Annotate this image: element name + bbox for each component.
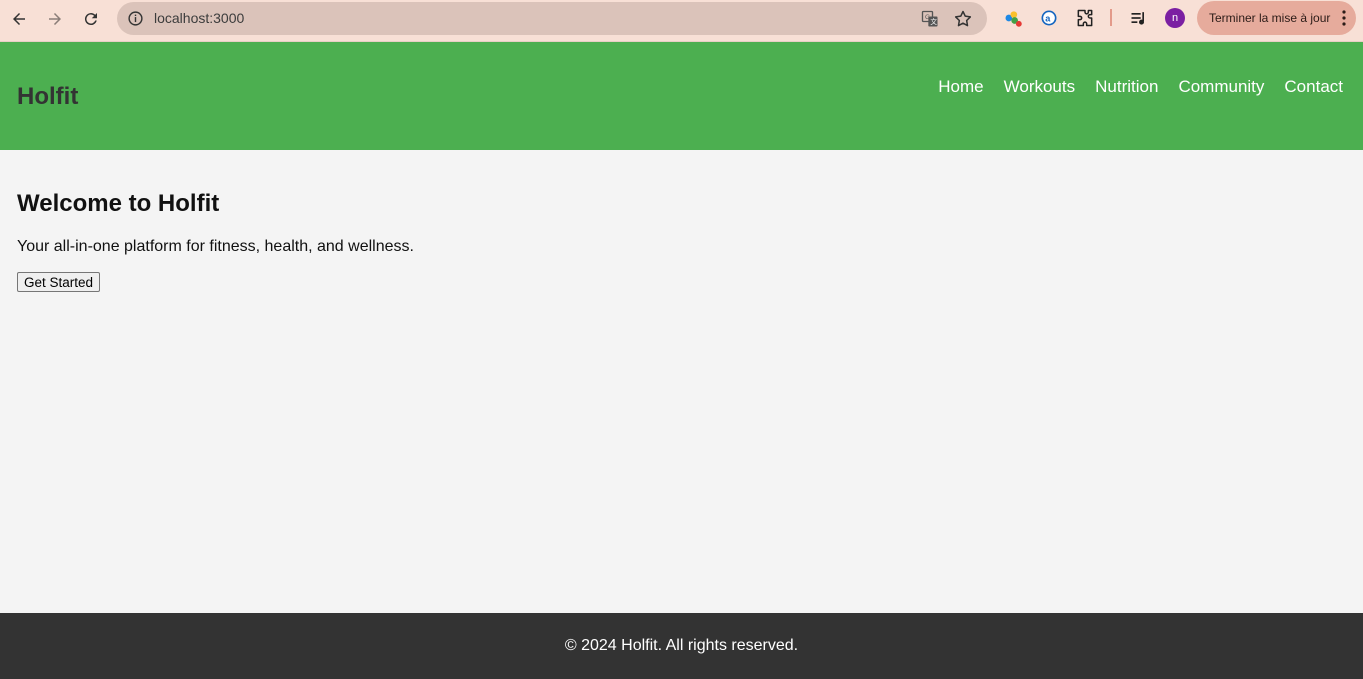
site-info-icon[interactable] xyxy=(127,10,144,27)
toolbar-divider xyxy=(1110,9,1112,26)
footer-copyright: © 2024 Holfit. All rights reserved. xyxy=(564,637,799,654)
back-button[interactable] xyxy=(7,7,31,31)
site-footer: © 2024 Holfit. All rights reserved. xyxy=(0,613,1363,679)
extensions-button[interactable] xyxy=(1074,7,1096,29)
nav-workouts[interactable]: Workouts xyxy=(1004,77,1076,97)
extension-a-icon: a xyxy=(1041,10,1057,26)
nav-contact[interactable]: Contact xyxy=(1284,77,1343,97)
get-started-button[interactable]: Get Started xyxy=(17,272,101,292)
reload-icon xyxy=(84,13,97,26)
forward-icon xyxy=(49,13,61,25)
extension-a-button[interactable]: a xyxy=(1038,7,1060,29)
forward-button[interactable] xyxy=(43,7,67,31)
media-control-button[interactable] xyxy=(1128,7,1150,29)
extension-colorful-icon xyxy=(1005,11,1022,27)
back-icon xyxy=(13,13,25,25)
nav-community[interactable]: Community xyxy=(1178,77,1264,97)
hero-title: Welcome to Holfit xyxy=(17,190,220,217)
hero-section: Welcome to Holfit Your all-in-one platfo… xyxy=(17,190,414,292)
url-text[interactable]: localhost:3000 xyxy=(154,10,244,26)
extensions-puzzle-icon xyxy=(1077,9,1093,27)
nav-nutrition[interactable]: Nutrition xyxy=(1095,77,1158,97)
update-button[interactable]: Terminer la mise à jour xyxy=(1197,1,1356,35)
bookmark-star-icon[interactable] xyxy=(953,9,973,29)
svg-text:a: a xyxy=(1045,13,1051,23)
reload-button[interactable] xyxy=(79,7,103,31)
site-logo: Holfit xyxy=(17,83,79,110)
more-vert-icon xyxy=(1342,10,1346,26)
address-bar[interactable]: localhost:3000 G文 xyxy=(117,2,987,35)
update-button-label: Terminer la mise à jour xyxy=(1209,11,1331,25)
extension-colorful-button[interactable] xyxy=(1002,7,1024,29)
hero-subtitle: Your all-in-one platform for fitness, he… xyxy=(17,238,414,255)
svg-text:文: 文 xyxy=(930,17,937,26)
profile-avatar[interactable]: n xyxy=(1165,8,1185,28)
browser-toolbar: localhost:3000 G文 a n Terminer la mise à… xyxy=(0,0,1363,42)
media-control-icon xyxy=(1131,12,1144,25)
main-nav: Home Workouts Nutrition Community Contac… xyxy=(938,77,1343,97)
site-header: Holfit Home Workouts Nutrition Community… xyxy=(0,42,1363,150)
nav-home[interactable]: Home xyxy=(938,77,983,97)
translate-icon[interactable]: G文 xyxy=(920,9,940,29)
